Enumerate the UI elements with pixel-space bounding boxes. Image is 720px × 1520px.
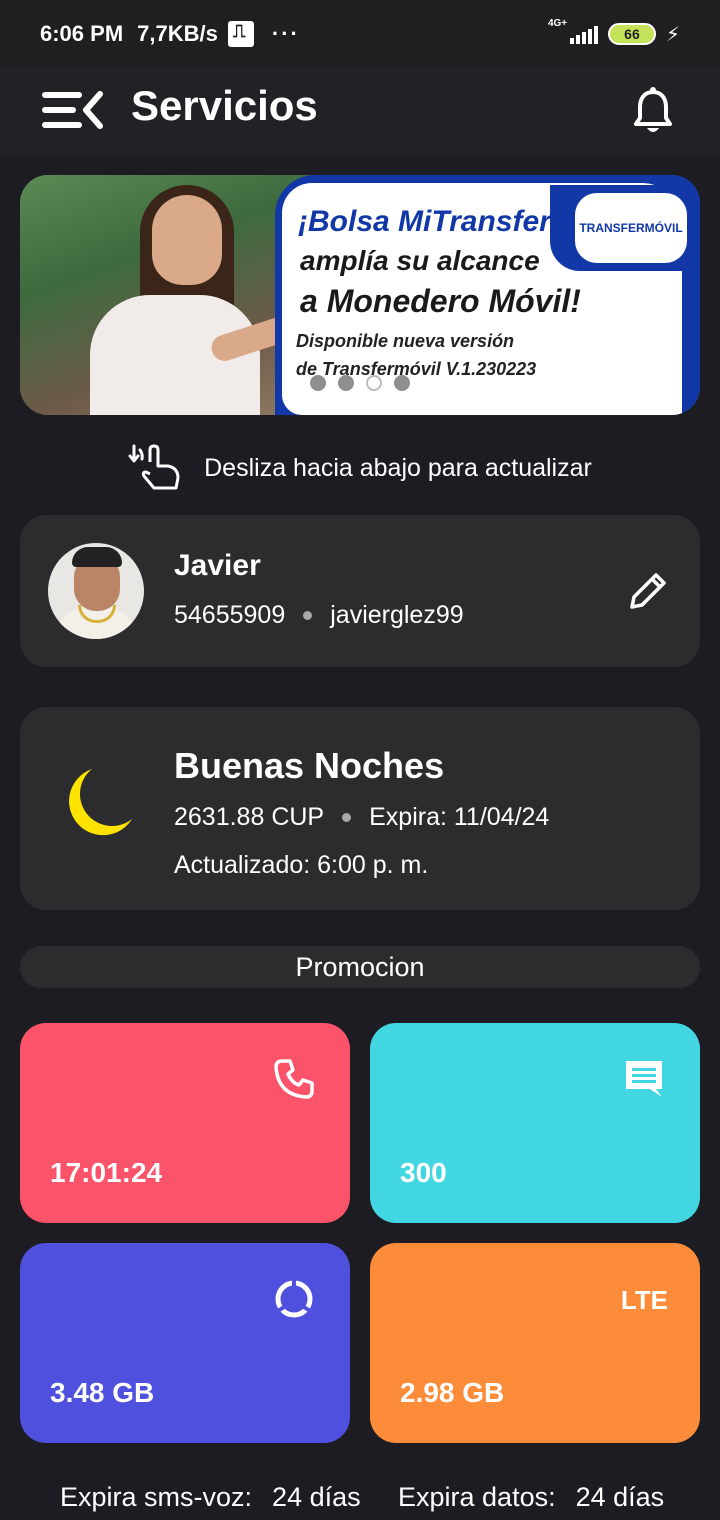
greeting: Buenas Noches (174, 745, 445, 786)
sms-value: 300 (400, 1157, 447, 1188)
refresh-hint: Desliza hacia abajo para actualizar (0, 440, 720, 496)
data-ring-icon (275, 1279, 313, 1318)
promotion-header[interactable]: Promocion (20, 946, 700, 988)
profile-phone: 54655909 (174, 601, 286, 629)
profile-details: 54655909 javierglez99 (174, 601, 464, 630)
status-bar: 6:06 PM 7,7KB/s ··· 4G+ 66 ⚡ (0, 0, 720, 68)
voice-minutes-tile[interactable]: 17:01:24 (20, 1023, 350, 1223)
battery-level: 66 (624, 26, 640, 42)
sms-voice-expiry-value: 24 días (272, 1482, 361, 1512)
signal-icon: 4G+ (548, 18, 598, 44)
status-time: 6:06 PM (40, 21, 124, 46)
promo-banner[interactable]: TRANSFERMÓVIL ¡Bolsa MiTransfer amplía s… (20, 175, 700, 415)
page-dot[interactable] (394, 375, 410, 391)
refresh-hint-text: Desliza hacia abajo para actualizar (204, 453, 592, 482)
balance-amount: 2631.88 CUP (174, 803, 325, 831)
page-dot-active[interactable] (366, 375, 382, 391)
balance-card[interactable]: Buenas Noches 2631.88 CUP Expira: 11/04/… (20, 707, 700, 910)
data-value: 3.48 GB (50, 1377, 155, 1408)
banner-headline-3: a Monedero Móvil! (300, 283, 581, 319)
page-title: Servicios (131, 82, 318, 129)
status-network-speed: 7,7KB/s (137, 21, 218, 46)
usb-icon (227, 21, 254, 47)
banner-headline-2: amplía su alcance (300, 245, 540, 276)
separator-dot (342, 813, 352, 822)
data-expiry-value: 24 días (575, 1482, 665, 1512)
swipe-down-icon (128, 444, 180, 490)
menu-icon[interactable] (40, 88, 104, 132)
bell-icon[interactable] (632, 86, 674, 136)
charging-icon: ⚡ (665, 23, 680, 46)
page-dot[interactable] (310, 375, 326, 391)
data-tile[interactable]: 3.48 GB (20, 1243, 350, 1443)
sms-voice-expiry: Expira sms-voz: 24 días (60, 1482, 361, 1513)
balance-updated: Actualizado: 6:00 p. m. (174, 851, 429, 879)
avatar[interactable] (48, 543, 144, 639)
phone-icon (274, 1059, 314, 1099)
banner-subtitle-1: Disponible nueva versión (296, 331, 515, 351)
profile-card[interactable]: Javier 54655909 javierglez99 (20, 515, 700, 667)
network-type: 4G+ (547, 18, 568, 29)
transfermovil-logo: TRANSFERMÓVIL (575, 193, 687, 263)
sms-tile[interactable]: 300 (370, 1023, 700, 1223)
profile-name: Javier (174, 549, 261, 582)
edit-icon[interactable] (626, 569, 670, 613)
promotion-label: Promocion (295, 951, 425, 982)
data-expiry: Expira datos: 24 días (398, 1482, 664, 1513)
banner-pagination (310, 375, 410, 391)
balance-expiry: Expira: 11/04/24 (369, 803, 550, 831)
data-expiry-label: Expira datos: (398, 1482, 556, 1512)
more-notifications-icon: ··· (271, 21, 300, 46)
page-dot[interactable] (338, 375, 354, 391)
message-icon (626, 1061, 662, 1097)
banner-photo (20, 175, 310, 415)
lte-data-value: 2.98 GB (400, 1377, 505, 1408)
separator-dot (303, 611, 313, 620)
lte-label: LTE (620, 1285, 668, 1315)
balance-details: 2631.88 CUP Expira: 11/04/24 (174, 803, 549, 832)
voice-minutes-value: 17:01:24 (50, 1157, 163, 1188)
app-bar: Servicios (0, 68, 720, 156)
lte-data-tile[interactable]: LTE 2.98 GB (370, 1243, 700, 1443)
sms-voice-expiry-label: Expira sms-voz: (60, 1482, 253, 1512)
battery-icon: 66 (607, 23, 656, 45)
moon-icon (69, 769, 132, 836)
profile-username: javierglez99 (330, 601, 464, 629)
banner-headline-1: ¡Bolsa MiTransfer (298, 205, 551, 238)
